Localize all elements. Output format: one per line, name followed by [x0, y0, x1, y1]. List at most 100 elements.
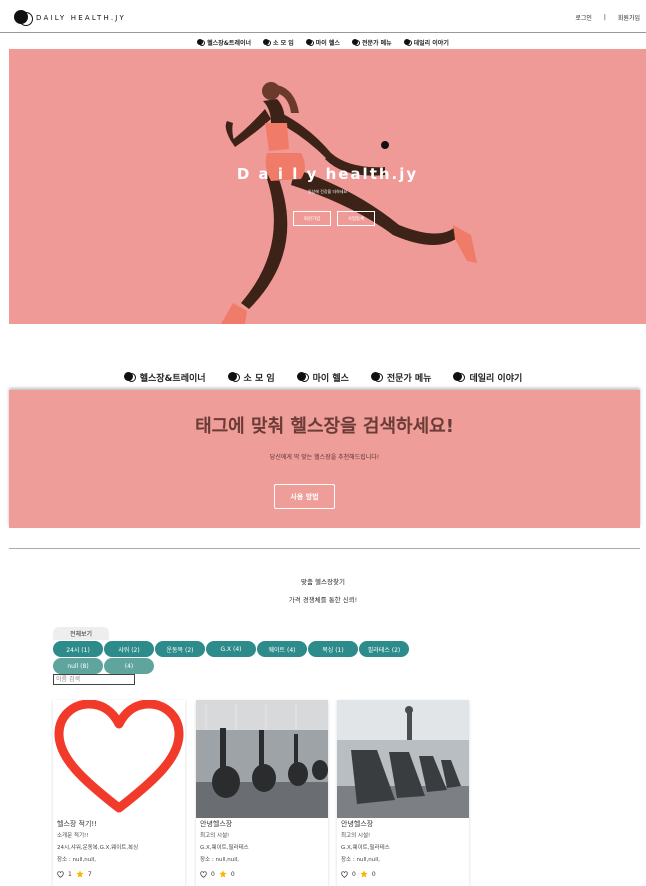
nav-bullet-icon — [227, 372, 240, 382]
card-tags: G.X,웨이트,필라테스 — [341, 845, 390, 851]
card-intro: 최고의 시설! — [200, 833, 230, 839]
card-title: 안녕헬스장 — [200, 820, 233, 828]
tag-empty[interactable]: (4) — [104, 658, 154, 674]
runner-illustration — [221, 82, 477, 324]
nav-label: 전문가 메뉴 — [361, 39, 392, 47]
card-image-gym — [196, 700, 328, 818]
how-to-use-button[interactable]: 사용 방법 — [274, 484, 335, 509]
tag-gx[interactable]: G.X (4) — [206, 641, 256, 657]
nav-bullet-icon — [403, 38, 412, 46]
nav-bullet-icon — [296, 372, 309, 382]
card-title: 헬스장 적기!! — [57, 820, 98, 828]
card-stats: 1 7 — [57, 870, 92, 878]
card-stats: 0 0 — [200, 870, 235, 878]
nav-bullet-icon — [263, 38, 272, 46]
nav-label: 마이 헬스 — [312, 373, 349, 384]
like-count: 0 — [352, 870, 356, 878]
nav-item-meetup[interactable]: 소 모 임 — [227, 370, 275, 384]
star-icon — [360, 870, 368, 878]
banner-subtitle: 당신에게 딱 맞는 헬스장을 추천해드립니다! — [269, 454, 380, 461]
card-image-treadmills — [337, 700, 469, 818]
tag-boxing[interactable]: 복싱 (1) — [308, 641, 358, 657]
nav-item-my-health[interactable]: 마이 헬스 — [296, 370, 349, 384]
nav-bullet-icon — [370, 372, 383, 382]
card-stats: 0 0 — [341, 870, 376, 878]
tag-null[interactable]: null (8) — [53, 658, 103, 674]
banner-title: 태그에 맞춰 헬스장을 검색하세요! — [195, 416, 454, 437]
nav-label: 소 모 임 — [273, 39, 294, 47]
gym-card[interactable]: 헬스장 적기!! 소개문 적기!! 24시,샤워,운동복,G.X,웨이트,복싱 … — [53, 700, 185, 886]
main-nav: 헬스장&트레이너 소 모 임 마이 헬스 전문가 메뉴 데일리 이야기 — [0, 36, 646, 48]
star-count: 0 — [371, 870, 376, 878]
nav-label: 데일리 이야기 — [413, 39, 449, 47]
gym-card[interactable]: 안녕헬스장 최고의 시설! G.X,웨이트,필라테스 장소 : null,nul… — [196, 700, 328, 886]
nav-item-my-health[interactable]: 마이 헬스 — [305, 36, 340, 48]
section-subtitle: 가격 경쟁체를 통한 신뢰! — [288, 596, 358, 604]
heart-icon — [54, 700, 184, 813]
card-location: 장소 : null,null, — [341, 857, 381, 863]
gym-card[interactable]: 안녕헬스장 최고의 시설! G.X,웨이트,필라테스 장소 : null,nul… — [337, 700, 469, 886]
site-logo[interactable]: DAILY HEALTH.JY — [14, 9, 126, 27]
tag-shower[interactable]: 샤워 (2) — [104, 641, 154, 657]
nav-label: 마이 헬스 — [315, 39, 340, 47]
tag-search-banner: 태그에 맞춰 헬스장을 검색하세요! 당신에게 딱 맞는 헬스장을 추천해드립니… — [9, 390, 640, 528]
nav-label: 헬스장&트레이너 — [139, 373, 206, 384]
card-title: 안녕헬스장 — [341, 820, 374, 828]
card-tags: 24시,샤워,운동복,G.X,웨이트,복싱 — [57, 845, 139, 851]
hero-signup-button[interactable]: 회원가입 — [293, 211, 331, 226]
nav-item-expert-menu[interactable]: 전문가 메뉴 — [370, 370, 432, 384]
signup-link[interactable]: 회원가입 — [618, 13, 640, 22]
star-count: 7 — [87, 870, 92, 878]
nav-item-daily-story[interactable]: 데일리 이야기 — [453, 370, 522, 384]
tag-24h[interactable]: 24시 (1) — [53, 641, 103, 657]
tag-weight[interactable]: 웨이트 (4) — [257, 641, 307, 657]
like-count: 0 — [211, 870, 215, 878]
heart-outline-icon[interactable] — [200, 870, 207, 878]
hero-banner: D a i l y health.jy 일상에 건강을 더하세요 회원가입 사업… — [9, 49, 646, 324]
hero-title: D a i l y health.jy — [236, 165, 419, 183]
heart-outline-icon[interactable] — [57, 870, 64, 878]
section-title: 맞춤 헬스장찾기 — [301, 578, 345, 586]
nav-bullet-icon — [351, 38, 360, 46]
login-link[interactable]: 로그인 — [575, 13, 592, 22]
nav-bullet-icon — [453, 372, 466, 382]
hero-business-button[interactable]: 사업등록 — [337, 211, 375, 226]
tag-filter-row: 24시 (1) 샤워 (2) 운동복 (2) G.X (4) 웨이트 (4) 복… — [53, 641, 409, 657]
hero-subtitle: 일상에 건강을 더하세요 — [307, 189, 348, 194]
card-intro: 소개문 적기!! — [57, 833, 89, 839]
heart-outline-icon[interactable] — [341, 870, 348, 878]
nav-item-gym-trainer[interactable]: 헬스장&트레이너 — [123, 370, 206, 384]
logo-text: DAILY HEALTH.JY — [36, 14, 126, 22]
nav-bullet-icon — [197, 38, 206, 46]
nav-item-daily-story[interactable]: 데일리 이야기 — [403, 36, 449, 48]
nav-label: 헬스장&트레이너 — [207, 39, 252, 47]
nav-label: 소 모 임 — [243, 373, 275, 384]
tag-pilates[interactable]: 필라테스 (2) — [359, 641, 409, 657]
star-icon — [219, 870, 227, 878]
card-image-heart — [53, 700, 185, 818]
nav-bullet-icon — [305, 38, 314, 46]
star-icon — [76, 870, 84, 878]
logo-icon — [14, 9, 34, 27]
tag-sportswear[interactable]: 운동복 (2) — [155, 641, 205, 657]
top-header: DAILY HEALTH.JY 로그인 | 회원가입 — [0, 0, 646, 33]
nav-label: 데일리 이야기 — [469, 373, 523, 384]
card-tags: G.X,웨이트,필라테스 — [200, 845, 249, 851]
nav-item-gym-trainer[interactable]: 헬스장&트레이너 — [197, 36, 251, 48]
star-count: 0 — [230, 870, 235, 878]
like-count: 1 — [68, 870, 72, 878]
card-location: 장소 : null,null, — [57, 857, 97, 863]
section-divider — [9, 548, 640, 549]
name-search-input[interactable] — [53, 674, 135, 685]
nav-label: 전문가 메뉴 — [386, 373, 432, 384]
tag-filter-row-2: null (8) (4) — [53, 658, 154, 674]
nav-item-expert-menu[interactable]: 전문가 메뉴 — [351, 36, 392, 48]
secondary-nav: 헬스장&트레이너 소 모 임 마이 헬스 전문가 메뉴 데일리 이야기 — [0, 370, 646, 384]
nav-item-meetup[interactable]: 소 모 임 — [263, 36, 294, 48]
nav-bullet-icon — [123, 372, 136, 382]
card-intro: 최고의 시설! — [341, 833, 371, 839]
auth-links: 로그인 | 회원가입 — [575, 13, 640, 22]
card-location: 장소 : null,null, — [200, 857, 240, 863]
view-all-tab[interactable]: 전체보기 — [53, 627, 109, 640]
link-separator: | — [603, 14, 606, 21]
